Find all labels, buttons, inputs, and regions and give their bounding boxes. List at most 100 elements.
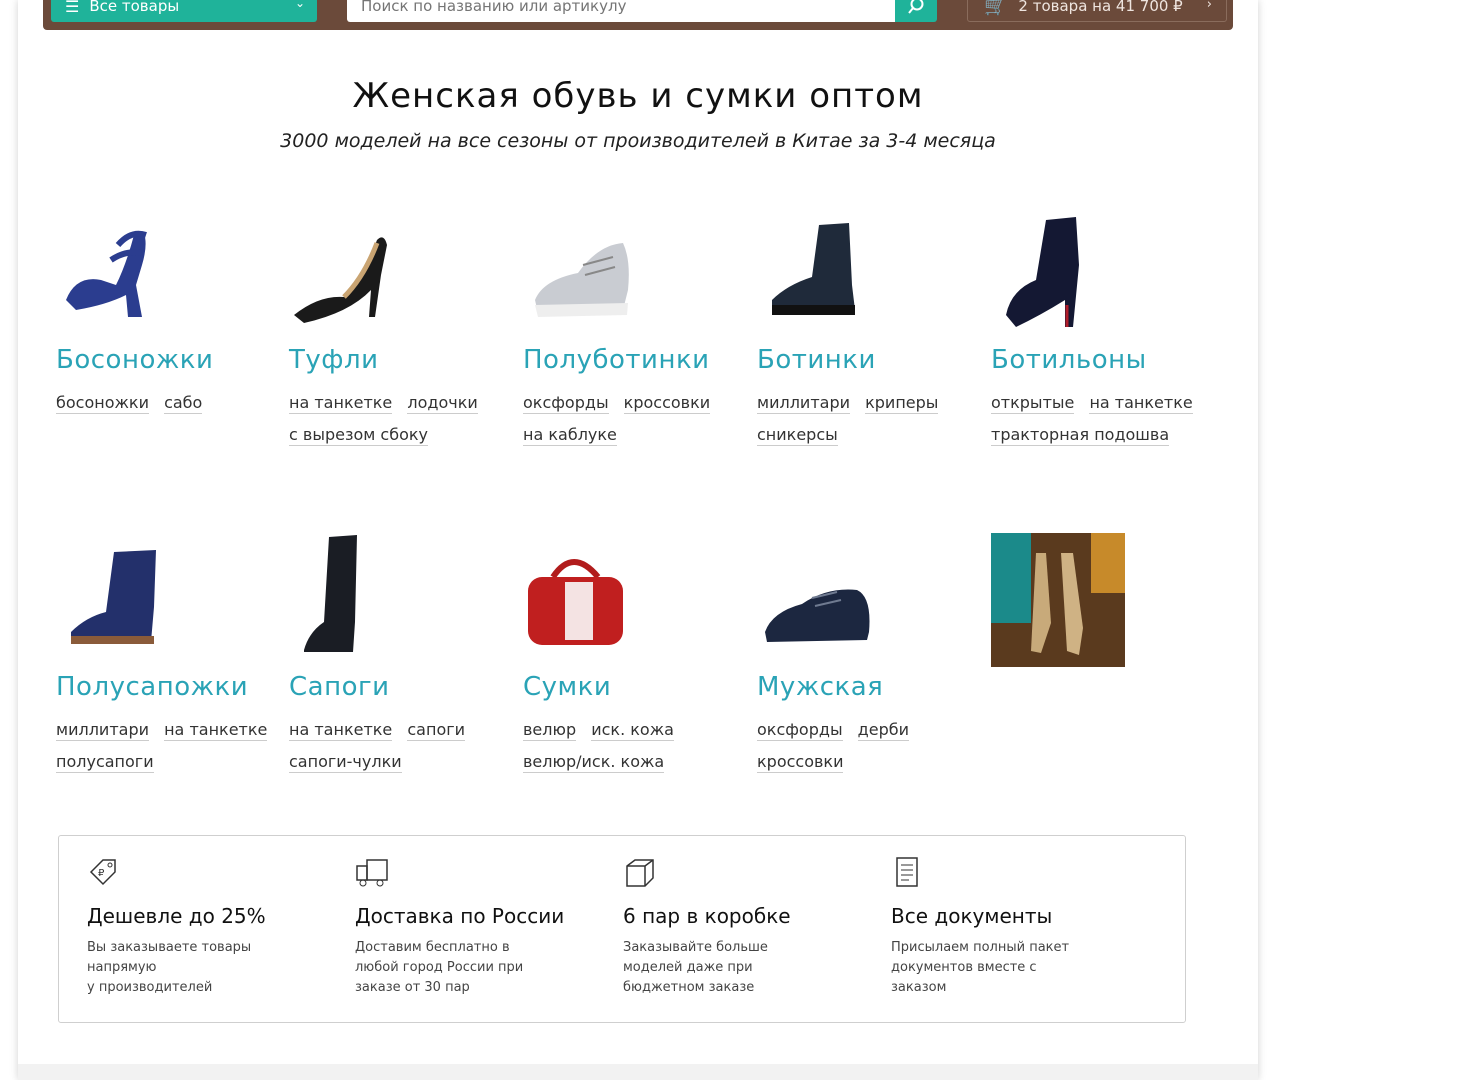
search-button[interactable]	[895, 0, 937, 22]
tag-list: босоножки сабо	[56, 387, 286, 419]
tag-link[interactable]: миллитари	[757, 393, 850, 414]
benefit-line: Присылаем полный пакет	[891, 940, 1070, 955]
svg-text:₽: ₽	[98, 868, 105, 879]
tag-link[interactable]: дерби	[857, 720, 909, 741]
category-link-tall-boots[interactable]: Сапоги	[289, 672, 519, 702]
tag-list: на танкетке сапоги сапоги-чулки	[289, 714, 519, 778]
box-icon	[626, 859, 654, 887]
tag-list: открытые на танкетке тракторная подошва	[991, 387, 1221, 451]
benefit-text: Присылаем полный пакет документов вместе…	[891, 938, 1131, 998]
benefit-line: заказе от 30 пар	[355, 980, 470, 995]
category-link-bags[interactable]: Сумки	[523, 672, 753, 702]
tag-list: велюр иск. кожа велюр/иск. кожа	[523, 714, 753, 778]
tag-link[interactable]: тракторная подошва	[991, 425, 1170, 446]
benefit-line: напрямую	[87, 960, 157, 975]
top-bar: ☰ Все товары ⌄ 🛒 2 товара на 41 700 ₽ ›	[43, 0, 1233, 30]
handbag-image[interactable]	[523, 532, 663, 662]
tag-link[interactable]: криперы	[865, 393, 939, 414]
tag-link[interactable]: босоножки	[56, 393, 149, 414]
tag-link[interactable]: открытые	[991, 393, 1075, 414]
page-subtitle: 3000 моделей на все сезоны от производит…	[280, 130, 996, 152]
menu-icon: ☰	[65, 0, 80, 16]
tag-link[interactable]: на танкетке	[289, 393, 393, 414]
cart-button[interactable]: 🛒 2 товара на 41 700 ₽ ›	[967, 0, 1227, 22]
category-sandals: Босоножки босоножки сабо	[56, 205, 286, 419]
tag-link[interactable]: на каблуке	[523, 425, 617, 446]
benefit-line: Доставим бесплатно в	[355, 940, 510, 955]
cart-icon: 🛒	[984, 0, 1007, 17]
category-bags: Сумки велюр иск. кожа велюр/иск. кожа	[523, 532, 753, 778]
tag-link[interactable]: кроссовки	[623, 393, 711, 414]
tag-link[interactable]: сапоги	[407, 720, 466, 741]
benefit-title: 6 пар в коробке	[623, 904, 791, 928]
tag-link[interactable]: кроссовки	[757, 752, 844, 773]
benefit-title: Доставка по России	[355, 904, 565, 928]
benefit-title: Все документы	[891, 904, 1053, 928]
tag-link[interactable]: на танкетке	[1089, 393, 1193, 414]
benefit-line: Заказывайте больше	[623, 940, 768, 955]
price-tag-icon: ₽	[89, 859, 116, 886]
benefit-cheaper: ₽ Дешевле до 25% Вы заказываете товары н…	[87, 856, 327, 998]
tag-link[interactable]: на танкетке	[289, 720, 393, 741]
page-title: Женская обувь и сумки оптом	[352, 76, 924, 116]
pump-image[interactable]	[289, 205, 429, 335]
benefit-box: 6 пар в коробке Заказывайте больше модел…	[623, 856, 863, 998]
tag-link[interactable]: миллитари	[56, 720, 149, 741]
tag-link[interactable]: на танкетке	[164, 720, 268, 741]
search-input[interactable]	[347, 0, 895, 22]
benefit-line: моделей даже при	[623, 960, 753, 975]
category-link-boots[interactable]: Ботинки	[757, 345, 987, 375]
category-link-half-boots[interactable]: Полусапожки	[56, 672, 286, 702]
half-boot-image[interactable]	[56, 532, 196, 662]
category-link-sandals[interactable]: Босоножки	[56, 345, 286, 375]
category-tall-boots: Сапоги на танкетке сапоги сапоги-чулки	[289, 532, 519, 778]
tall-boot-image[interactable]	[289, 532, 429, 662]
category-link-mens[interactable]: Мужская	[757, 672, 987, 702]
benefit-text: Доставим бесплатно в любой город России …	[355, 938, 595, 998]
benefit-text: Вы заказываете товары напрямую у произво…	[87, 938, 327, 998]
benefit-text: Заказывайте больше моделей даже при бюдж…	[623, 938, 863, 998]
tag-link[interactable]: лодочки	[407, 393, 478, 414]
tag-link[interactable]: велюр	[523, 720, 577, 741]
category-link-ankle-boots[interactable]: Ботильоны	[991, 345, 1221, 375]
footer-strip	[18, 1064, 1258, 1080]
chevron-right-icon: ›	[1206, 0, 1212, 12]
search-box	[347, 0, 895, 22]
benefit-title: Дешевле до 25%	[87, 904, 266, 928]
category-boots: Ботинки миллитари криперы сникерсы	[757, 205, 987, 451]
tag-link[interactable]: оксфорды	[757, 720, 843, 741]
tag-link[interactable]: иск. кожа	[591, 720, 674, 741]
benefit-line: заказом	[891, 980, 947, 995]
document-icon	[896, 857, 918, 887]
sneaker-image[interactable]	[523, 205, 663, 335]
tag-link[interactable]: полусапоги	[56, 752, 154, 773]
benefit-delivery: Доставка по России Доставим бесплатно в …	[355, 856, 595, 998]
ankle-boot-image[interactable]	[991, 205, 1131, 335]
tag-link[interactable]: сабо	[164, 393, 203, 414]
category-link-pumps[interactable]: Туфли	[289, 345, 519, 375]
all-goods-dropdown[interactable]: ☰ Все товары ⌄	[51, 0, 317, 22]
search-icon	[908, 0, 924, 14]
benefit-line: любой город России при	[355, 960, 524, 975]
tag-list: на танкетке лодочки с вырезом сбоку	[289, 387, 519, 451]
tag-link[interactable]: сникерсы	[757, 425, 838, 446]
tag-link[interactable]: с вырезом сбоку	[289, 425, 428, 446]
tag-link[interactable]: оксфорды	[523, 393, 609, 414]
all-goods-label: Все товары	[89, 0, 180, 15]
category-link-low-shoes[interactable]: Полуботинки	[523, 345, 753, 375]
category-ankle-boots: Ботильоны открытые на танкетке тракторна…	[991, 205, 1221, 451]
tag-link[interactable]: сапоги-чулки	[289, 752, 402, 773]
chevron-down-icon: ⌄	[294, 0, 305, 10]
category-low-shoes: Полуботинки оксфорды кроссовки на каблук…	[523, 205, 753, 451]
benefit-line: бюджетном заказе	[623, 980, 755, 995]
boot-image[interactable]	[757, 205, 897, 335]
benefit-documents: Все документы Присылаем полный пакет док…	[891, 856, 1131, 998]
promo-photo[interactable]	[991, 533, 1125, 667]
benefit-line: у производителей	[87, 980, 213, 995]
category-mens: Мужская оксфорды дерби кроссовки	[757, 532, 987, 778]
tag-list: оксфорды дерби кроссовки	[757, 714, 987, 778]
category-half-boots: Полусапожки миллитари на танкетке полуса…	[56, 532, 286, 778]
tag-link[interactable]: велюр/иск. кожа	[523, 752, 665, 773]
sandal-image[interactable]	[56, 205, 196, 335]
mens-shoe-image[interactable]	[757, 532, 897, 662]
